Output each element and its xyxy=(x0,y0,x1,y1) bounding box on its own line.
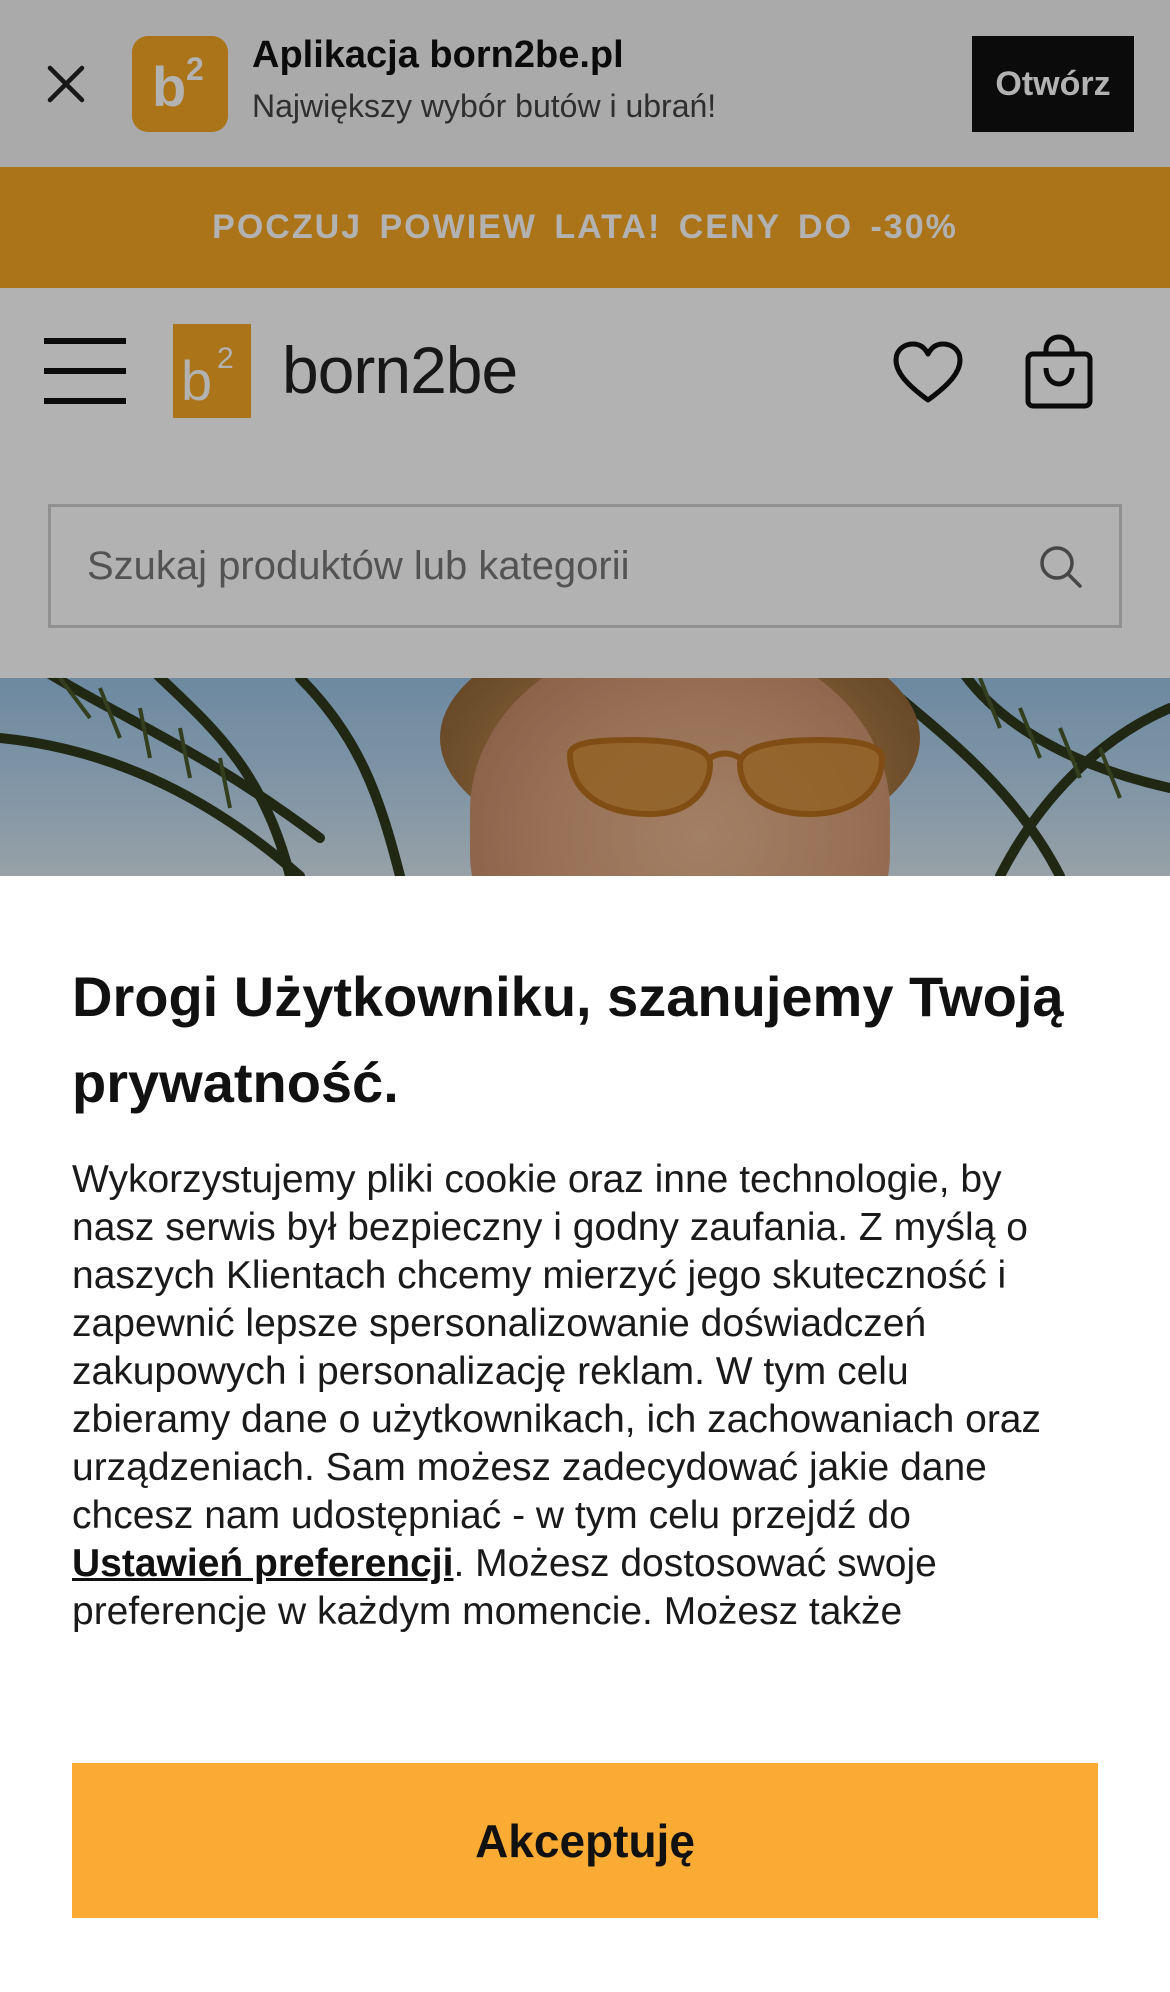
page: b 2 Aplikacja born2be.pl Największy wybó… xyxy=(0,0,1170,1992)
consent-title: Drogi Użytkowniku, szanujemy Twoją prywa… xyxy=(72,965,1064,1114)
text-fade-overlay xyxy=(0,1666,1170,1762)
consent-body: Wykorzystujemy pliki cookie oraz inne te… xyxy=(72,1156,1072,1642)
consent-body-text-1: Wykorzystujemy pliki cookie oraz inne te… xyxy=(72,1158,1042,1537)
modal-backdrop[interactable] xyxy=(0,0,1170,876)
preferences-link[interactable]: Ustawień preferencji xyxy=(72,1542,453,1585)
cookie-consent-panel: Drogi Użytkowniku, szanujemy Twoją prywa… xyxy=(0,876,1170,1992)
accept-button[interactable]: Akceptuję xyxy=(72,1763,1098,1918)
